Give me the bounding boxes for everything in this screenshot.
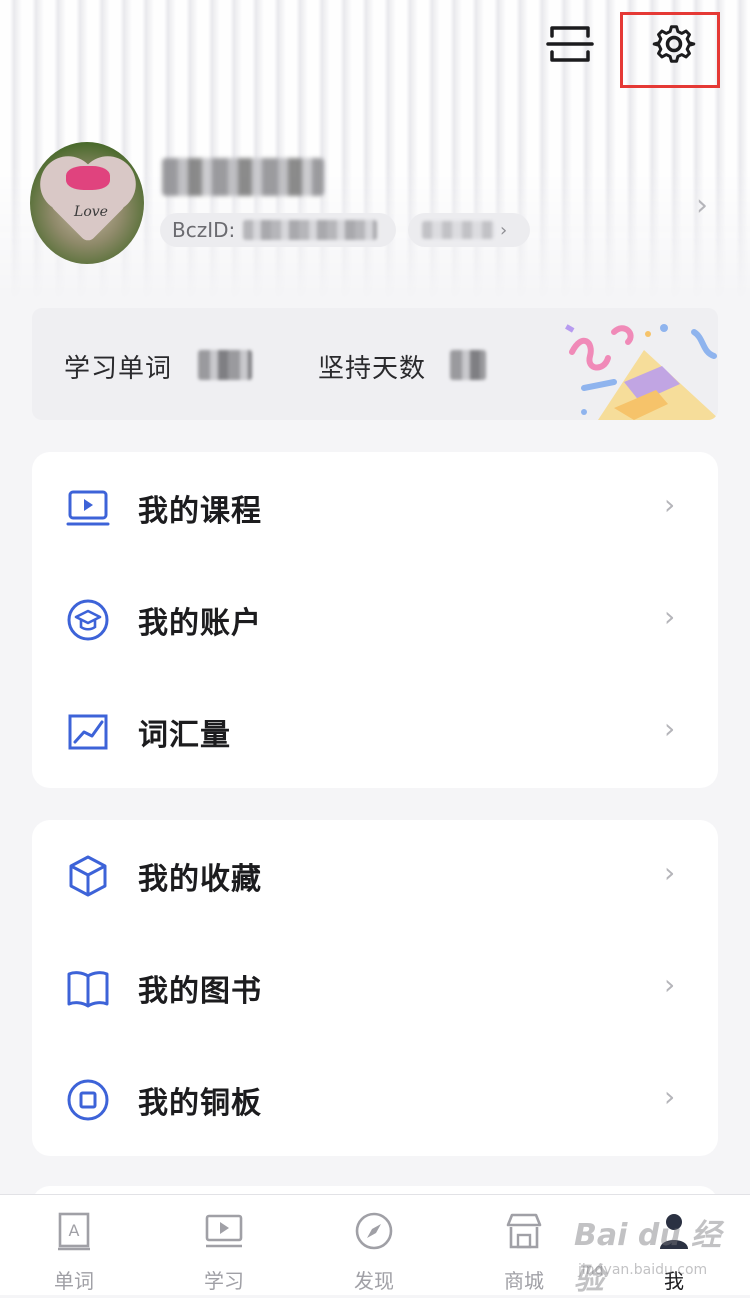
menu-item-my-coins[interactable]: 我的铜板 ›	[32, 1044, 718, 1156]
tab-words[interactable]: A 单词	[14, 1195, 134, 1295]
menu-item-label: 词汇量	[138, 718, 231, 753]
svg-text:A: A	[69, 1221, 80, 1240]
menu-item-my-account[interactable]: 我的账户 ›	[32, 564, 718, 676]
menu-item-label: 我的课程	[138, 494, 262, 529]
course-screen-icon	[66, 490, 110, 526]
menu-item-my-books[interactable]: 我的图书 ›	[32, 932, 718, 1044]
learned-words-label: 学习单词	[64, 354, 173, 384]
watermark-main: Bai du 经验	[574, 1218, 722, 1297]
menu-item-vocabulary[interactable]: 词汇量 ›	[32, 676, 718, 788]
study-screen-icon	[205, 1214, 243, 1248]
chevron-right-icon: ›	[664, 600, 676, 633]
tab-label: 单词	[54, 1269, 94, 1293]
chevron-right-icon: ›	[664, 1080, 676, 1113]
username-redacted	[162, 158, 324, 196]
cube-icon	[69, 855, 107, 897]
compass-icon	[355, 1212, 393, 1250]
tab-label: 学习	[204, 1269, 244, 1293]
avatar[interactable]: Love	[30, 142, 144, 264]
settings-highlight-box	[620, 12, 720, 88]
level-redacted	[422, 221, 494, 239]
tab-label: 商城	[504, 1269, 544, 1293]
bcz-id-redacted	[243, 220, 378, 240]
menu-card-2: 我的收藏 › 我的图书 › 我的铜板 ›	[32, 820, 718, 1156]
menu-item-my-courses[interactable]: 我的课程 ›	[32, 452, 718, 564]
bcz-id-chip[interactable]: BczID:	[160, 213, 396, 247]
chevron-right-icon: ›	[664, 968, 676, 1001]
streak-days-label: 坚持天数	[318, 354, 427, 384]
store-icon	[506, 1213, 542, 1249]
stats-banner: 学习单词 坚持天数	[32, 308, 718, 420]
party-popper-icon	[565, 324, 718, 420]
menu-item-label: 我的收藏	[138, 862, 262, 897]
learned-words-value-redacted	[198, 350, 252, 380]
bcz-id-label: BczID:	[172, 218, 236, 242]
chevron-right-icon: ›	[664, 488, 676, 521]
menu-item-label: 我的图书	[138, 974, 262, 1009]
word-card-icon: A	[58, 1212, 90, 1251]
level-chip[interactable]: ›	[408, 213, 530, 247]
graduation-cap-icon	[67, 599, 109, 641]
chevron-right-icon: ›	[664, 712, 676, 745]
tab-label: 发现	[354, 1269, 394, 1293]
chart-line-icon	[68, 714, 108, 750]
scan-icon	[546, 26, 594, 62]
menu-item-my-favorites[interactable]: 我的收藏 ›	[32, 820, 718, 932]
watermark-sub: jingyan.baidu.com	[578, 1262, 708, 1278]
profile-chevron-right-icon[interactable]: ›	[696, 188, 708, 223]
coin-icon	[67, 1079, 109, 1121]
book-icon	[67, 971, 109, 1008]
scan-button[interactable]	[546, 22, 594, 66]
chevron-right-icon: ›	[500, 219, 508, 241]
baidu-watermark: Bai du 经验 jingyan.baidu.com	[574, 1210, 724, 1297]
tab-study[interactable]: 学习	[164, 1195, 284, 1295]
tab-discover[interactable]: 发现	[314, 1195, 434, 1295]
chevron-right-icon: ›	[664, 856, 676, 889]
menu-card-1: 我的课程 › 我的账户 › 词汇量 ›	[32, 452, 718, 788]
menu-item-label: 我的账户	[138, 606, 262, 641]
tab-store[interactable]: 商城	[464, 1195, 584, 1295]
streak-days-value-redacted	[450, 350, 486, 380]
avatar-bow	[66, 166, 110, 190]
avatar-text: Love	[74, 204, 108, 220]
menu-item-label: 我的铜板	[138, 1086, 262, 1121]
